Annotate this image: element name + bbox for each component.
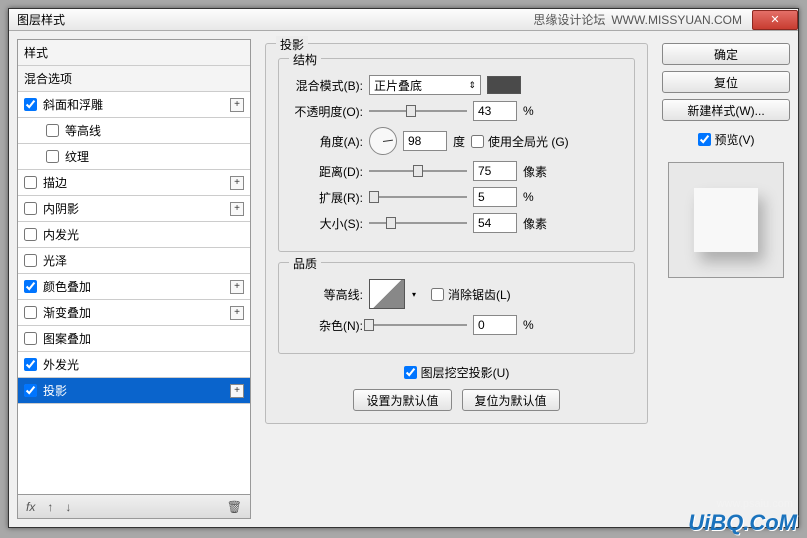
shadow-group: 投影 结构 混合模式(B): 正片叠底⇕ 不透明度(O): % xyxy=(265,43,648,424)
shadow-color-swatch[interactable] xyxy=(487,76,521,94)
size-input[interactable] xyxy=(473,213,517,233)
forum-name: 思缘设计论坛 xyxy=(533,11,605,28)
style-outerglow-check[interactable] xyxy=(24,358,37,371)
noise-input[interactable] xyxy=(473,315,517,335)
opacity-slider[interactable] xyxy=(369,103,467,119)
new-style-button[interactable]: 新建样式(W)... xyxy=(662,99,790,121)
blend-label: 混合模式(B): xyxy=(291,77,363,94)
angle-input[interactable] xyxy=(403,131,447,151)
arrow-down-icon[interactable]: ↓ xyxy=(65,500,71,514)
chevron-down-icon: ▾ xyxy=(412,290,416,299)
style-bevel[interactable]: 斜面和浮雕+ xyxy=(18,92,250,118)
antialias-check[interactable]: 消除锯齿(L) xyxy=(431,286,511,303)
style-gradientoverlay[interactable]: 渐变叠加+ xyxy=(18,300,250,326)
watermark-url: www.psaiu.com xyxy=(717,498,793,510)
plus-icon[interactable]: + xyxy=(230,98,244,112)
structure-group: 结构 混合模式(B): 正片叠底⇕ 不透明度(O): % 角度(A): xyxy=(278,58,635,252)
style-outerglow[interactable]: 外发光 xyxy=(18,352,250,378)
distance-slider[interactable] xyxy=(369,163,467,179)
dialog-content: 样式 混合选项 斜面和浮雕+ 等高线 纹理 描边+ 内阴影+ 内发光 光泽 颜色… xyxy=(9,31,798,527)
opacity-input[interactable] xyxy=(473,101,517,121)
styles-header[interactable]: 样式 xyxy=(18,40,250,66)
style-patternoverlay-check[interactable] xyxy=(24,332,37,345)
fx-label[interactable]: fx xyxy=(26,500,35,514)
size-label: 大小(S): xyxy=(291,215,363,232)
blend-options-header[interactable]: 混合选项 xyxy=(18,66,250,92)
spread-label: 扩展(R): xyxy=(291,189,363,206)
trash-icon[interactable]: 🗑 xyxy=(227,500,242,514)
preview-check[interactable]: 预览(V) xyxy=(662,131,790,148)
preview-box xyxy=(668,162,784,278)
style-satin-check[interactable] xyxy=(24,254,37,267)
ok-button[interactable]: 确定 xyxy=(662,43,790,65)
style-texture-check[interactable] xyxy=(46,150,59,163)
spread-input[interactable] xyxy=(473,187,517,207)
angle-label: 角度(A): xyxy=(291,133,363,150)
set-default-button[interactable]: 设置为默认值 xyxy=(353,389,451,411)
quality-group: 品质 等高线: ▾ 消除锯齿(L) 杂色(N): % xyxy=(278,262,635,354)
arrow-up-icon[interactable]: ↑ xyxy=(47,500,53,514)
contour-label: 等高线: xyxy=(291,286,363,303)
titlebar[interactable]: 图层样式 思缘设计论坛 WWW.MISSYUAN.COM ✕ xyxy=(9,9,798,31)
style-contour-check[interactable] xyxy=(46,124,59,137)
opacity-label: 不透明度(O): xyxy=(291,103,363,120)
close-button[interactable]: ✕ xyxy=(752,10,798,30)
quality-title: 品质 xyxy=(289,255,321,272)
contour-picker[interactable]: ▾ xyxy=(369,279,405,309)
blend-mode-select[interactable]: 正片叠底⇕ xyxy=(369,75,481,95)
style-dropshadow-check[interactable] xyxy=(24,384,37,397)
style-stroke-check[interactable] xyxy=(24,176,37,189)
noise-slider[interactable] xyxy=(369,317,467,333)
style-bevel-check[interactable] xyxy=(24,98,37,111)
noise-label: 杂色(N): xyxy=(291,317,363,334)
style-innerglow[interactable]: 内发光 xyxy=(18,222,250,248)
style-gradientoverlay-check[interactable] xyxy=(24,306,37,319)
forum-url: WWW.MISSYUAN.COM xyxy=(611,13,742,27)
window-title: 图层样式 xyxy=(17,11,533,28)
angle-dial[interactable] xyxy=(369,127,397,155)
styles-footer: fx ↑ ↓ 🗑 xyxy=(17,495,251,519)
style-patternoverlay[interactable]: 图案叠加 xyxy=(18,326,250,352)
style-texture[interactable]: 纹理 xyxy=(18,144,250,170)
layer-style-dialog: 图层样式 思缘设计论坛 WWW.MISSYUAN.COM ✕ 样式 混合选项 斜… xyxy=(8,8,799,528)
plus-icon[interactable]: + xyxy=(230,176,244,190)
settings-panel: 投影 结构 混合模式(B): 正片叠底⇕ 不透明度(O): % xyxy=(261,39,652,519)
plus-icon[interactable]: + xyxy=(230,280,244,294)
style-innerglow-check[interactable] xyxy=(24,228,37,241)
style-stroke[interactable]: 描边+ xyxy=(18,170,250,196)
global-light-check[interactable]: 使用全局光 (G) xyxy=(471,133,569,150)
preview-swatch xyxy=(694,188,758,252)
style-innershadow[interactable]: 内阴影+ xyxy=(18,196,250,222)
style-innershadow-check[interactable] xyxy=(24,202,37,215)
structure-title: 结构 xyxy=(289,51,321,68)
style-contour[interactable]: 等高线 xyxy=(18,118,250,144)
style-coloroverlay-check[interactable] xyxy=(24,280,37,293)
titlebar-right: 思缘设计论坛 WWW.MISSYUAN.COM ✕ xyxy=(533,10,798,30)
style-satin[interactable]: 光泽 xyxy=(18,248,250,274)
styles-panel: 样式 混合选项 斜面和浮雕+ 等高线 纹理 描边+ 内阴影+ 内发光 光泽 颜色… xyxy=(17,39,251,519)
plus-icon[interactable]: + xyxy=(230,384,244,398)
action-panel: 确定 复位 新建样式(W)... 预览(V) xyxy=(662,39,790,519)
distance-label: 距离(D): xyxy=(291,163,363,180)
distance-input[interactable] xyxy=(473,161,517,181)
styles-list: 样式 混合选项 斜面和浮雕+ 等高线 纹理 描边+ 内阴影+ 内发光 光泽 颜色… xyxy=(17,39,251,495)
chevron-icon: ⇕ xyxy=(468,80,476,91)
reset-default-button[interactable]: 复位为默认值 xyxy=(462,389,560,411)
style-coloroverlay[interactable]: 颜色叠加+ xyxy=(18,274,250,300)
plus-icon[interactable]: + xyxy=(230,202,244,216)
cancel-button[interactable]: 复位 xyxy=(662,71,790,93)
plus-icon[interactable]: + xyxy=(230,306,244,320)
knockout-check[interactable]: 图层挖空投影(U) xyxy=(404,364,510,381)
style-dropshadow[interactable]: 投影+ xyxy=(18,378,250,404)
spread-slider[interactable] xyxy=(369,189,467,205)
size-slider[interactable] xyxy=(369,215,467,231)
